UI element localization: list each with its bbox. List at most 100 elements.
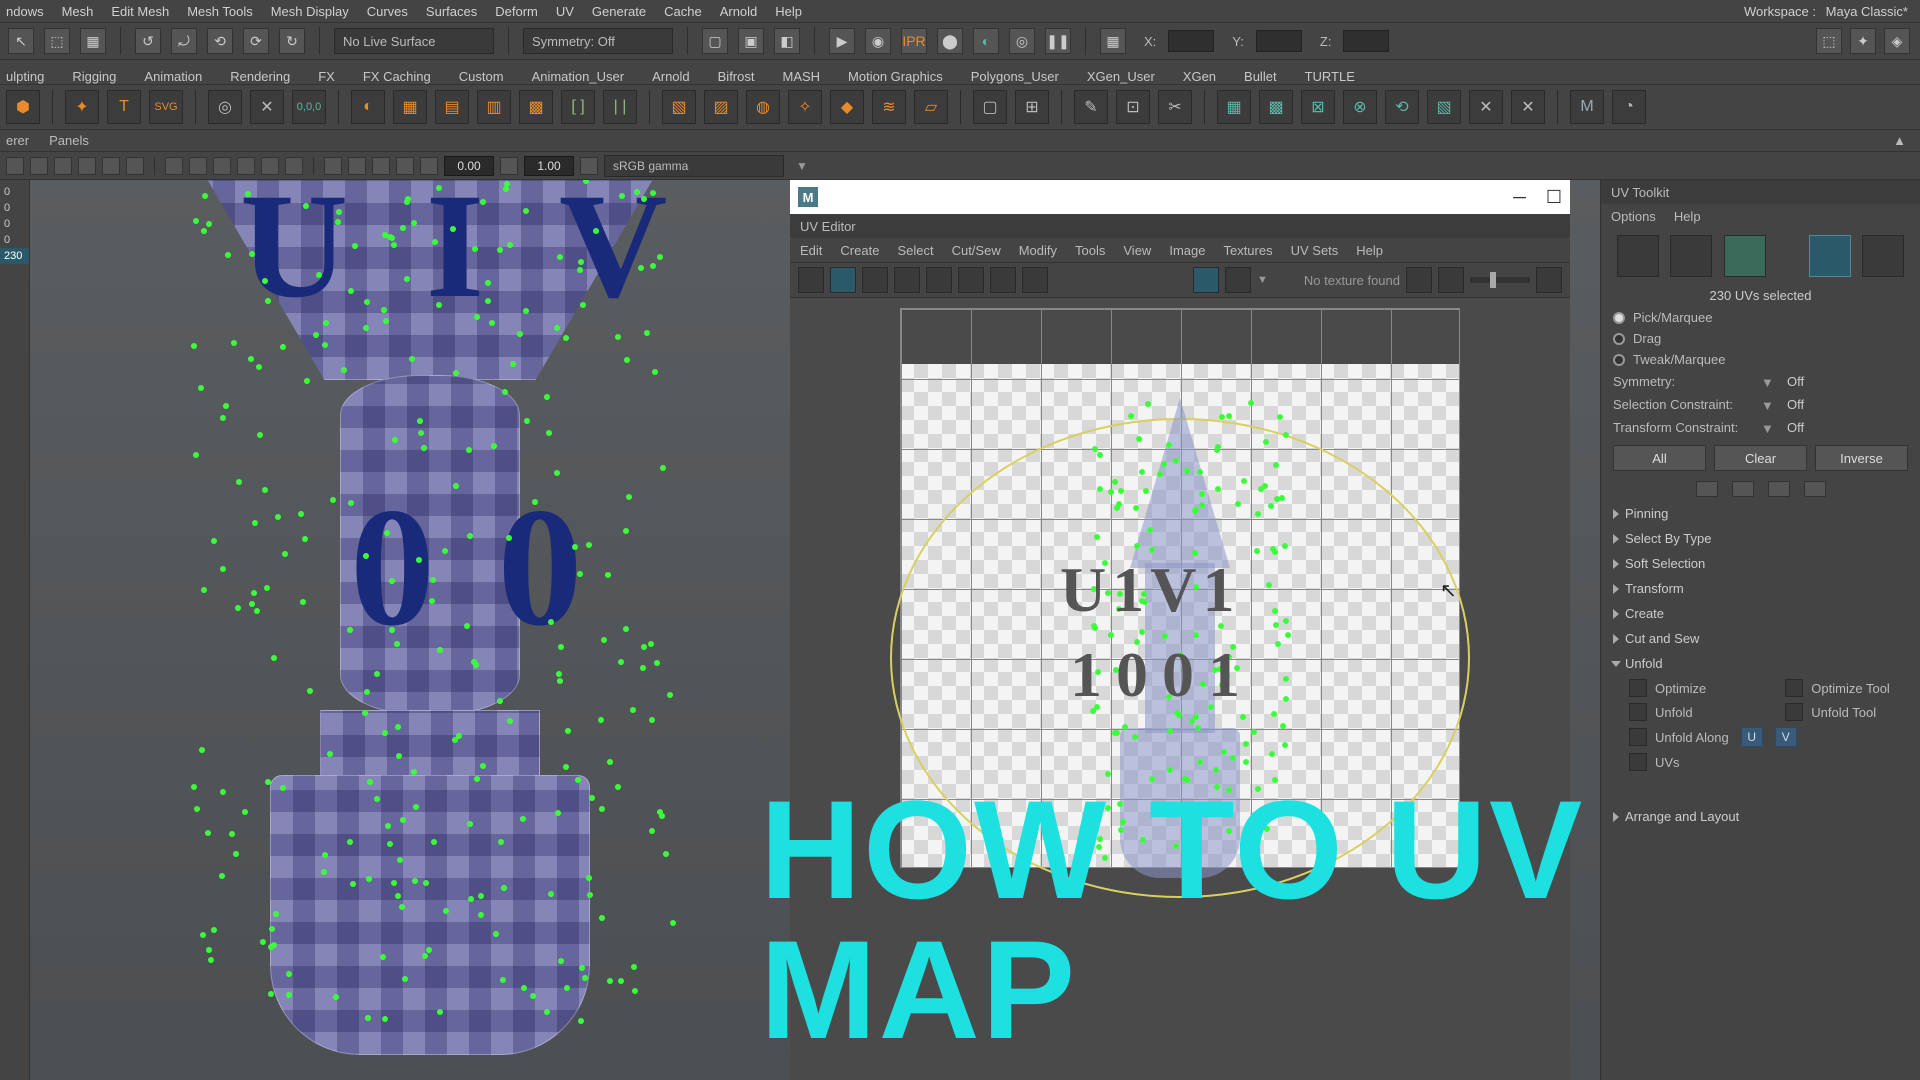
section-create[interactable]: Create	[1601, 601, 1920, 626]
render-icon[interactable]: ◎	[1009, 28, 1035, 54]
shelf-icon[interactable]: ▧	[1427, 90, 1461, 124]
section-arrange-layout[interactable]: Arrange and Layout	[1601, 804, 1920, 829]
uv-tool-icon[interactable]	[990, 267, 1016, 293]
vp-tool-icon[interactable]	[420, 157, 438, 175]
vp-tool-icon[interactable]	[189, 157, 207, 175]
shelf-tab[interactable]: Animation	[144, 69, 202, 84]
tool-icon[interactable]: ◈	[1884, 28, 1910, 54]
shelf-tab[interactable]: Polygons_User	[971, 69, 1059, 84]
vp-tool-icon[interactable]	[237, 157, 255, 175]
uv-tool-icon[interactable]	[1438, 267, 1464, 293]
uv-tool-icon[interactable]	[958, 267, 984, 293]
menu-item[interactable]: Mesh Display	[271, 4, 349, 19]
radio-icon[interactable]	[1613, 312, 1625, 324]
shelf-icon[interactable]: ◎	[208, 90, 242, 124]
tool-icon[interactable]: ⟳	[243, 28, 269, 54]
chevron-down-icon[interactable]: ▼	[1761, 375, 1779, 389]
toolkit-menu-item[interactable]: Help	[1674, 209, 1701, 224]
uv-tool-icon[interactable]	[798, 267, 824, 293]
pause-icon[interactable]: ❚❚	[1045, 28, 1071, 54]
uv-window-titlebar[interactable]: M ─ ☐	[790, 180, 1570, 214]
menu-item[interactable]: Surfaces	[426, 4, 477, 19]
shelf-icon[interactable]: | |	[603, 90, 637, 124]
vp-tool-icon[interactable]	[30, 157, 48, 175]
shelf-type-icon[interactable]: T	[107, 90, 141, 124]
gamma-dropdown[interactable]: sRGB gamma	[604, 155, 784, 177]
menu-item[interactable]: Curves	[367, 4, 408, 19]
vp-tool-icon[interactable]	[102, 157, 120, 175]
shelf-icon[interactable]: ✕	[1511, 90, 1545, 124]
toolkit-mode-icon[interactable]	[1809, 235, 1851, 277]
uv-menu-item[interactable]: Create	[840, 243, 879, 258]
render-icon[interactable]: IPR	[901, 28, 927, 54]
render-icon[interactable]: ◐	[973, 28, 999, 54]
shelf-icon[interactable]: ▢	[973, 90, 1007, 124]
uv-menu-item[interactable]: Textures	[1223, 243, 1272, 258]
field-value[interactable]: Off	[1787, 397, 1804, 412]
shelf-tab[interactable]: Motion Graphics	[848, 69, 943, 84]
menu-item[interactable]: Arnold	[720, 4, 758, 19]
shelf-tab[interactable]: TURTLE	[1305, 69, 1355, 84]
shelf-tab[interactable]: Bifrost	[718, 69, 755, 84]
menu-item[interactable]: Edit Mesh	[111, 4, 169, 19]
shelf-icon[interactable]: ◍	[746, 90, 780, 124]
uv-menu-item[interactable]: Modify	[1019, 243, 1057, 258]
section-cut-sew[interactable]: Cut and Sew	[1601, 626, 1920, 651]
shelf-poly-icon[interactable]: ⬢	[6, 90, 40, 124]
field-value[interactable]: Off	[1787, 374, 1804, 389]
uv-tool-icon[interactable]	[894, 267, 920, 293]
grow-shrink-icon[interactable]	[1804, 481, 1826, 497]
uv-menu-item[interactable]: UV Sets	[1291, 243, 1339, 258]
shelf-tab[interactable]: ulpting	[6, 69, 44, 84]
uv-menu-item[interactable]: View	[1123, 243, 1151, 258]
tool-icon[interactable]: ✦	[1850, 28, 1876, 54]
field-value[interactable]: Off	[1787, 420, 1804, 435]
menu-item[interactable]: Mesh	[62, 4, 94, 19]
uv-menu-item[interactable]: Edit	[800, 243, 822, 258]
vp-tool-icon[interactable]	[126, 157, 144, 175]
axis-z-input[interactable]	[1343, 30, 1389, 52]
tool-icon[interactable]: ⬚	[44, 28, 70, 54]
vp-value1[interactable]: 0.00	[444, 156, 494, 176]
render-icon[interactable]: ◉	[865, 28, 891, 54]
shelf-icon[interactable]: ▩	[1259, 90, 1293, 124]
shelf-icon[interactable]: ≋	[872, 90, 906, 124]
vp-tool-icon[interactable]	[6, 157, 24, 175]
uv-tool-icon[interactable]	[1022, 267, 1048, 293]
tool-icon[interactable]: ▦	[80, 28, 106, 54]
shelf-icon[interactable]: ◐	[351, 90, 385, 124]
shelf-tab[interactable]: MASH	[782, 69, 820, 84]
render-icon[interactable]: ⬤	[937, 28, 963, 54]
uv-menu-item[interactable]: Select	[897, 243, 933, 258]
menu-item[interactable]: Generate	[592, 4, 646, 19]
optimize-tool-button[interactable]: Optimize Tool	[1757, 676, 1913, 700]
chevron-down-icon[interactable]: ▼	[1257, 274, 1268, 286]
shelf-icon[interactable]: ◆	[830, 90, 864, 124]
shelf-icon[interactable]: ✦	[65, 90, 99, 124]
shelf-tab[interactable]: FX	[318, 69, 335, 84]
section-pinning[interactable]: Pinning	[1601, 501, 1920, 526]
menu-item[interactable]: Help	[775, 4, 802, 19]
shelf-icon[interactable]: ⟲	[1385, 90, 1419, 124]
tool-icon[interactable]: ◧	[774, 28, 800, 54]
shelf-icon[interactable]: ▩	[519, 90, 553, 124]
uv-menu-item[interactable]: Help	[1356, 243, 1383, 258]
tool-icon[interactable]: ↺	[135, 28, 161, 54]
toolkit-mode-icon[interactable]	[1724, 235, 1766, 277]
radio-icon[interactable]	[1613, 354, 1625, 366]
shelf-icon[interactable]: ✂	[1158, 90, 1192, 124]
symmetry-dropdown[interactable]: Symmetry: Off	[523, 28, 673, 54]
shelf-icon[interactable]: ⊞	[1015, 90, 1049, 124]
shelf-tab[interactable]: XGen_User	[1087, 69, 1155, 84]
tool-icon[interactable]: ▣	[738, 28, 764, 54]
shelf-tab[interactable]: XGen	[1183, 69, 1216, 84]
uv-menu-item[interactable]: Image	[1169, 243, 1205, 258]
section-select-by-type[interactable]: Select By Type	[1601, 526, 1920, 551]
shelf-icon[interactable]: 0,0,0	[292, 90, 326, 124]
shelf-svg-icon[interactable]: SVG	[149, 90, 183, 124]
unfold-u-button[interactable]: U	[1741, 727, 1763, 747]
menu-item[interactable]: Mesh Tools	[187, 4, 253, 19]
uv-tool-icon[interactable]	[1406, 267, 1432, 293]
tool-icon[interactable]: ⤾	[171, 28, 197, 54]
shelf-tab[interactable]: Rendering	[230, 69, 290, 84]
